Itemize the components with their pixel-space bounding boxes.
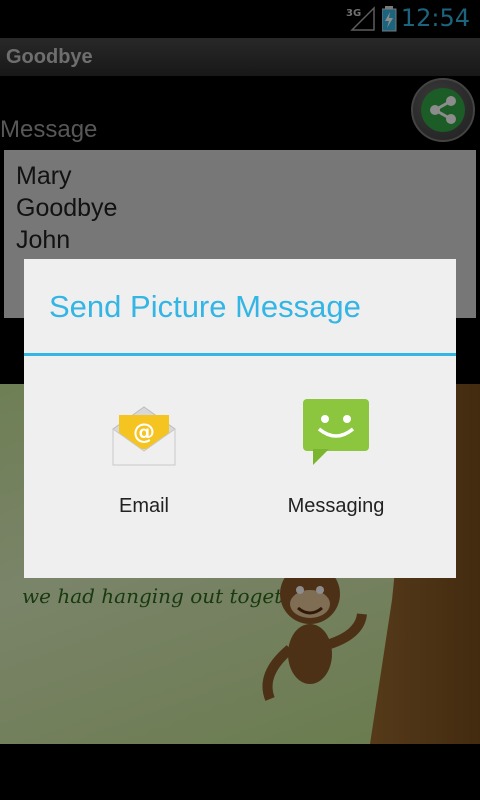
share-option-email[interactable]: @ Email bbox=[69, 399, 219, 519]
messaging-label: Messaging bbox=[287, 495, 385, 517]
send-picture-dialog: Send Picture Message @ Email Messaging bbox=[24, 259, 456, 578]
dialog-title: Send Picture Message bbox=[49, 289, 361, 324]
email-label: Email bbox=[118, 495, 169, 517]
dialog-title-divider bbox=[24, 353, 456, 356]
email-icon: @ bbox=[112, 406, 176, 466]
share-option-messaging[interactable]: Messaging bbox=[261, 399, 411, 519]
svg-text:@: @ bbox=[133, 420, 155, 445]
messaging-icon bbox=[303, 399, 369, 465]
